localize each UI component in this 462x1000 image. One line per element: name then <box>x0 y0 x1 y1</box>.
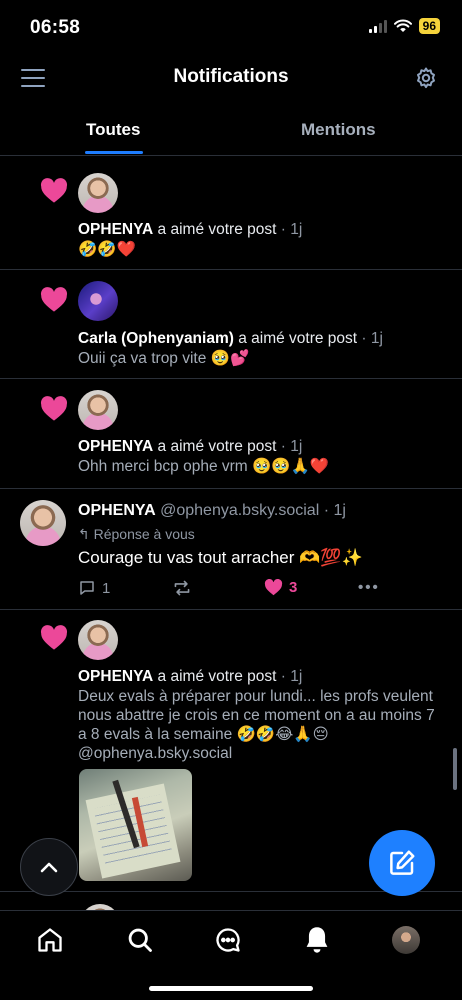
tab-mentions[interactable]: Mentions <box>301 120 376 140</box>
user-name[interactable]: OPHENYA <box>78 221 153 238</box>
bell-icon <box>306 927 328 953</box>
notification-text: OPHENYA a aimé votre post · 1j <box>78 667 448 686</box>
user-name[interactable]: OPHENYA <box>78 668 153 685</box>
heart-icon <box>40 178 68 203</box>
repost-icon <box>174 580 190 596</box>
search-icon <box>128 928 152 952</box>
post-snippet: 🤣🤣❤️ <box>78 241 136 258</box>
user-name[interactable]: OPHENYA <box>78 438 153 455</box>
heart-icon <box>40 287 68 312</box>
timestamp: · 1j <box>276 438 303 455</box>
signal-icon <box>368 19 387 33</box>
post-snippet: Ouii ça va trop vite 🥹💕 <box>78 350 250 367</box>
like-button[interactable]: 3 <box>264 579 297 596</box>
author-name[interactable]: OPHENYA <box>78 502 156 519</box>
reply-arrow-icon: ↰ <box>78 526 94 542</box>
timestamp: · 1j <box>276 668 303 685</box>
avatar[interactable] <box>78 281 118 321</box>
notification-action: a aimé votre post <box>153 668 277 685</box>
scroll-to-top-button[interactable] <box>20 838 78 896</box>
status-time: 06:58 <box>30 17 81 38</box>
nav-messages[interactable] <box>213 925 243 955</box>
home-icon <box>38 928 62 952</box>
app-header: Notifications <box>0 56 462 100</box>
nav-home[interactable] <box>35 925 65 955</box>
notification-tabs: Toutes Mentions <box>0 108 462 156</box>
tab-all[interactable]: Toutes <box>86 120 140 140</box>
notification-item[interactable]: OPHENYA a aimé votre post · 1j 🤣🤣❤️ <box>0 160 462 270</box>
bottom-navigation <box>0 910 462 1000</box>
notification-text: OPHENYA a aimé votre post · 1j <box>78 220 448 239</box>
heart-icon <box>40 625 68 650</box>
heart-icon <box>40 396 68 421</box>
more-icon[interactable]: ••• <box>358 579 380 596</box>
wifi-icon <box>393 19 412 32</box>
chevron-up-icon <box>40 862 58 873</box>
post-snippet: Deux evals à préparer pour lundi... les … <box>78 688 435 762</box>
avatar[interactable] <box>78 620 118 660</box>
page-title: Notifications <box>173 66 289 87</box>
notification-action: a aimé votre post <box>233 330 358 347</box>
gear-icon[interactable] <box>414 66 438 90</box>
reply-indicator[interactable]: ↰ Réponse à vous <box>78 526 195 543</box>
heart-icon <box>264 579 283 596</box>
notification-action: a aimé votre post <box>153 221 277 238</box>
nav-notifications[interactable] <box>302 925 332 955</box>
battery-indicator: 96 <box>418 18 440 34</box>
compose-button[interactable] <box>369 830 435 896</box>
active-tab-indicator <box>85 151 143 154</box>
repost-button[interactable] <box>172 579 192 597</box>
avatar[interactable] <box>78 173 118 213</box>
notification-action: a aimé votre post <box>153 438 277 455</box>
post-text: Courage tu vas tout arracher 🫶💯✨ <box>78 548 363 567</box>
notification-text: Carla (Ophenyaniam) a aimé votre post · … <box>78 329 448 348</box>
notification-item[interactable]: OPHENYA a aimé votre post · 1j Ohh merci… <box>0 379 462 489</box>
post-image[interactable] <box>79 769 192 881</box>
compose-icon <box>390 850 415 875</box>
home-indicator <box>149 986 313 991</box>
timestamp: · 1j <box>319 502 346 519</box>
post-header: OPHENYA @ophenya.bsky.social · 1j <box>78 502 346 520</box>
status-bar: 06:58 96 <box>0 0 462 54</box>
chat-icon <box>216 928 240 952</box>
post-snippet: Ohh merci bcp ophe vrm 🥹🥹🙏❤️ <box>78 458 330 475</box>
reply-button[interactable]: 1 <box>78 579 110 597</box>
scrollbar[interactable] <box>453 748 457 790</box>
reply-post[interactable]: OPHENYA @ophenya.bsky.social · 1j ↰ Répo… <box>0 489 462 610</box>
timestamp: · 1j <box>357 330 383 347</box>
avatar[interactable] <box>20 500 66 546</box>
comment-icon <box>80 581 94 595</box>
avatar <box>392 926 420 954</box>
notification-text: OPHENYA a aimé votre post · 1j <box>78 437 448 456</box>
avatar[interactable] <box>78 390 118 430</box>
timestamp: · 1j <box>276 221 303 238</box>
status-icons: 96 <box>368 18 440 34</box>
like-count: 3 <box>289 579 298 596</box>
post-actions: 1 3 ••• <box>78 579 388 599</box>
nav-search[interactable] <box>125 925 155 955</box>
user-name[interactable]: Carla (Ophenyaniam) <box>78 330 234 347</box>
nav-profile[interactable] <box>391 925 421 955</box>
notification-feed[interactable]: OPHENYA a aimé votre post · 1j 🤣🤣❤️ Carl… <box>0 160 462 910</box>
reply-count: 1 <box>102 579 111 597</box>
reply-to-label: Réponse à vous <box>93 526 195 542</box>
author-handle[interactable]: @ophenya.bsky.social <box>156 502 319 519</box>
notification-item[interactable]: Carla (Ophenyaniam) a aimé votre post · … <box>0 270 462 379</box>
